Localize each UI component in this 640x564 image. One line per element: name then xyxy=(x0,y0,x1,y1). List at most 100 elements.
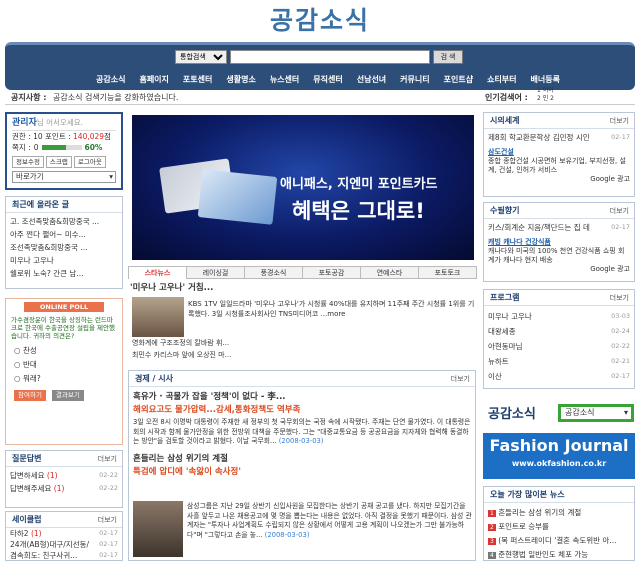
list-item-title[interactable]: 답변해주세요 xyxy=(10,484,51,493)
list-item-title[interactable]: 고. 조선족맞춤&희망중국 ... xyxy=(10,215,99,228)
list-item-title[interactable]: 흔들리는 삼성 위기의 계절 xyxy=(498,508,581,517)
site-logo[interactable]: 공감소식 xyxy=(0,0,640,42)
list-item-title[interactable]: 키스/회계순 지음/책단드는 집 데 xyxy=(488,221,590,234)
economy-headline[interactable]: 흑유가 · 곡물가 잡을 '정책'이 없다 - 李... xyxy=(129,387,475,404)
notice-text[interactable]: 공감소식 검색기능을 강화하였습니다. xyxy=(49,93,178,102)
samsung-headline[interactable]: 흔들리는 삼성 위기의 계절 xyxy=(129,449,475,466)
list-item-title[interactable]: 타하2 xyxy=(10,529,29,538)
menu-item-life-spots[interactable]: 생활명소 xyxy=(219,74,262,85)
menu-item-gonggam[interactable]: 공감소식 xyxy=(89,74,132,85)
list-item-title[interactable]: 겸속희도: 친구사귀... xyxy=(10,550,77,561)
list-item[interactable]: 대왕세종 02-24 xyxy=(488,324,630,339)
search-button[interactable]: 검 색 xyxy=(433,50,463,64)
list-item-title[interactable]: 제8회 학교환문학상 김민정 시인 xyxy=(488,131,590,144)
menu-item-point-shop[interactable]: 포인트샵 xyxy=(437,74,480,85)
menu-item-news-center[interactable]: 뉴스센터 xyxy=(263,74,306,85)
menu-item-music-center[interactable]: 뮤직센터 xyxy=(306,74,349,85)
ad-title[interactable]: 캐빙 캐나다 건강식품 xyxy=(488,238,630,247)
program-more-link[interactable]: 더보기 xyxy=(610,290,629,306)
promo-banner[interactable]: 애니패스, 지엔미 포인트카드 혜택은 그대로! xyxy=(132,115,474,260)
menu-item-shorty[interactable]: 쇼티부터 xyxy=(480,74,523,85)
list-item-title[interactable]: 조선족맞춤&희망중국 ... xyxy=(10,241,87,254)
list-item[interactable]: 24개(AB형)대구/지선동/02-17 xyxy=(10,539,118,550)
tab-entertainment[interactable]: 연예스타 xyxy=(360,266,419,279)
star-news-photo[interactable] xyxy=(132,297,184,337)
list-item[interactable]: 겸속희도: 친구사귀... 02-17 xyxy=(10,550,118,561)
list-item[interactable]: 고. 조선족맞춤&희망중국 ... xyxy=(10,215,118,228)
list-item-title[interactable]: 뉴하트 xyxy=(488,354,509,369)
economy-subheadline[interactable]: 해외요고도 물가압력...감세,통화정책도 역부족 xyxy=(129,404,475,416)
ad-title[interactable]: 삼도건설 xyxy=(488,148,630,157)
list-item[interactable]: 영화계에 구조조정의 칼바람 휘... xyxy=(132,337,231,349)
tab-photo-talk[interactable]: 포토토크 xyxy=(418,266,477,279)
list-item[interactable]: 3 (복 퍼스트레이디 '결혼 속도위반 아... xyxy=(488,534,630,548)
search-scope-select[interactable]: 통합검색 xyxy=(175,50,227,64)
poll-result-button[interactable]: 결과보기 xyxy=(51,390,84,401)
radio-icon[interactable]: ○ xyxy=(14,360,21,369)
menu-item-homepage[interactable]: 홈페이지 xyxy=(132,74,175,85)
menu-item-banner-register[interactable]: 배너등록 xyxy=(524,74,567,85)
list-item-title[interactable]: 아현동마님 xyxy=(488,339,523,354)
list-item-title[interactable]: 포인트로 승부를 xyxy=(498,522,549,531)
sayclub-more-link[interactable]: 더보기 xyxy=(98,512,117,528)
site-pick-select[interactable]: 공감소식 ▾ xyxy=(558,404,634,422)
tab-photo-gonggam[interactable]: 포토공감 xyxy=(302,266,361,279)
scrap-button[interactable]: 스크랩 xyxy=(45,156,72,168)
list-item-title[interactable]: 미우나 고우나 xyxy=(10,254,54,267)
menu-item-photo-center[interactable]: 포토센터 xyxy=(176,74,219,85)
list-item-title[interactable]: 미우나 고우나 xyxy=(488,309,532,324)
list-item-title[interactable]: 아주 쩐다 쩔어~ 미수... xyxy=(10,228,86,241)
list-item[interactable]: 미우나 고우나 xyxy=(10,254,118,267)
list-item-title[interactable]: 준현행법 일반인도 체포 가능 xyxy=(498,550,588,559)
list-item[interactable]: 타하2 (1) 02-17 xyxy=(10,528,118,539)
list-item[interactable]: 쉘로위 노숙? 간큰 남... xyxy=(10,267,118,280)
list-item[interactable]: 조선족맞춤&희망중국 ... xyxy=(10,241,118,254)
fashion-journal-banner[interactable]: Fashion Journal www.okfashion.co.kr xyxy=(483,433,635,479)
samsung-photo[interactable] xyxy=(133,501,183,557)
list-item[interactable]: 아주 쩐다 쩔어~ 미수... xyxy=(10,228,118,241)
memo-count[interactable]: 0 xyxy=(34,142,39,153)
popular-search-item[interactable]: 2 인 2 xyxy=(537,95,554,103)
list-item[interactable]: 뉴하트 02-21 xyxy=(488,354,630,369)
essay-more-link[interactable]: 더보기 xyxy=(610,203,629,219)
list-item[interactable]: 제8회 학교환문학상 김민정 시인 02-17 xyxy=(488,131,630,144)
tab-racing-girl[interactable]: 레이싱걸 xyxy=(186,266,245,279)
list-item-title[interactable]: (복 퍼스트레이디 '결혼 속도위반 아... xyxy=(498,536,616,545)
list-item[interactable]: 키스/회계순 지음/책단드는 집 데 02-17 xyxy=(488,221,630,234)
list-item-title[interactable]: 대왕세종 xyxy=(488,324,516,339)
list-item-title[interactable]: 쉘로위 노숙? 간큰 남... xyxy=(10,267,83,280)
list-item-title[interactable]: 24개(AB형)대구/지선동/ xyxy=(10,539,89,550)
vote-button[interactable]: 참여하기 xyxy=(14,390,46,401)
economy-more-link[interactable]: 더보기 xyxy=(451,371,470,387)
list-item-title[interactable]: 이산 xyxy=(488,369,502,384)
samsung-subheadline[interactable]: 특검에 압디에 '속앓이 속사정' xyxy=(129,466,475,478)
poetry-more-link[interactable]: 더보기 xyxy=(610,113,629,129)
list-item[interactable]: 1 흔들리는 삼성 위기의 계절 xyxy=(488,506,630,520)
star-news-headline[interactable]: '미우나 고우나' 거침... xyxy=(130,282,475,294)
tab-star-news[interactable]: 스타뉴스 xyxy=(128,266,187,279)
list-item[interactable]: 답변하세요 (1) 02-22 xyxy=(10,469,118,482)
list-item[interactable]: 답변해주세요 (1) 02-22 xyxy=(10,482,118,495)
menu-item-community[interactable]: 커뮤니티 xyxy=(393,74,436,85)
radio-icon[interactable]: ○ xyxy=(14,346,21,355)
goto-select[interactable]: 바로가기 ▾ xyxy=(12,171,116,183)
tab-scenery[interactable]: 풍경소식 xyxy=(244,266,303,279)
list-item[interactable]: 최민수 카리스마 앞에 오상진 마... xyxy=(132,349,231,361)
list-item-title[interactable]: 답변하세요 xyxy=(10,471,45,480)
menu-item-couples[interactable]: 선남선녀 xyxy=(350,74,393,85)
list-item[interactable]: 아현동마님 02-22 xyxy=(488,339,630,354)
poll-option[interactable]: ○ 반대 xyxy=(14,358,114,372)
edit-info-button[interactable]: 정보수정 xyxy=(12,156,44,168)
radio-icon[interactable]: ○ xyxy=(14,374,21,383)
list-item[interactable]: 미우나 고우나 03-03 xyxy=(488,309,630,324)
poll-option[interactable]: ○ 뭐래? xyxy=(14,372,114,386)
poll-option[interactable]: ○ 찬성 xyxy=(14,344,114,358)
logout-button[interactable]: 로그아웃 xyxy=(73,156,106,168)
popular-search-item[interactable]: 1 이어 xyxy=(537,87,554,95)
qa-more-link[interactable]: 더보기 xyxy=(98,451,117,467)
search-input[interactable] xyxy=(230,50,430,64)
list-item[interactable]: 4 준현행법 일반인도 체포 가능 xyxy=(488,548,630,562)
comment-count: (1) xyxy=(30,529,42,538)
list-item[interactable]: 이산 02-17 xyxy=(488,369,630,384)
list-item[interactable]: 2 포인트로 승부를 xyxy=(488,520,630,534)
